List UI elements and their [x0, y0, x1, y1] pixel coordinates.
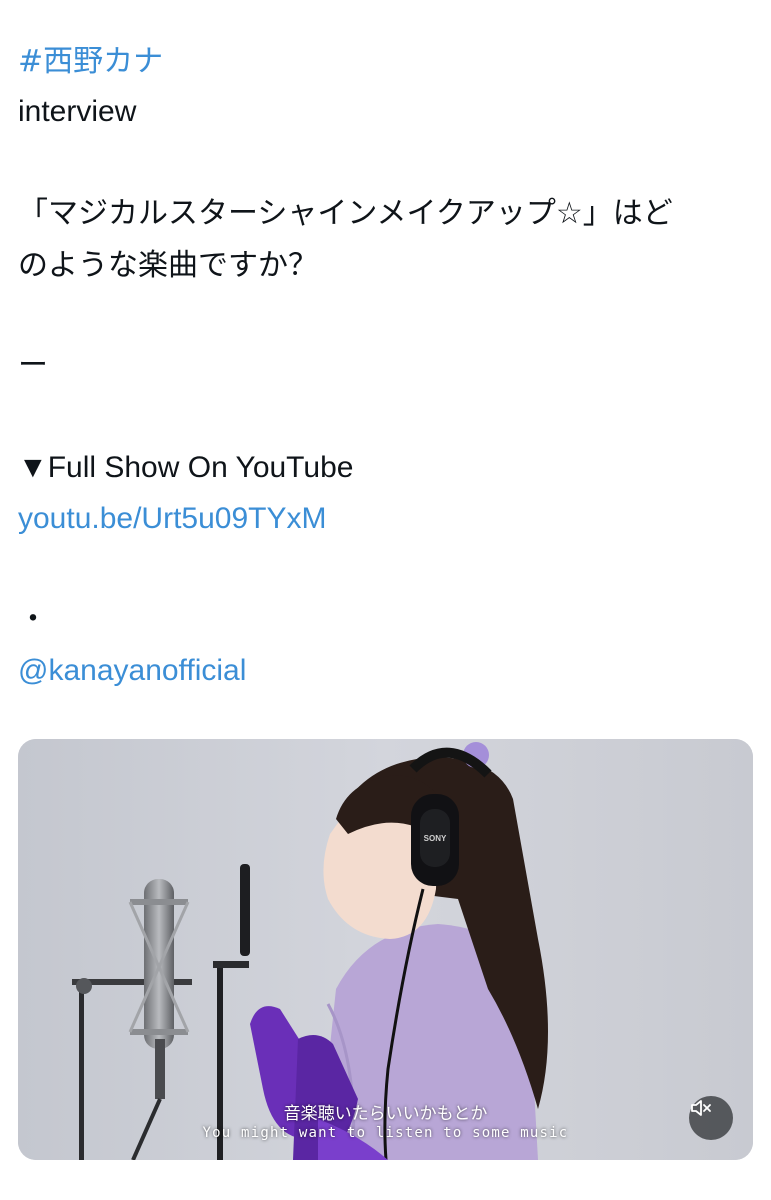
text-interview: interview — [18, 95, 137, 128]
text-full-show: ▼Full Show On YouTube — [18, 451, 354, 484]
text-dash: ー — [18, 349, 48, 382]
hashtag-link[interactable]: #西野カナ — [18, 42, 163, 82]
mute-button[interactable] — [689, 1096, 733, 1140]
subtitle-english: You might want to listen to some music — [202, 1125, 569, 1141]
headphone-brand-label: SONY — [424, 834, 447, 843]
video-player[interactable]: SONY 音楽聴いたらいいかもとか You might want to list… — [18, 739, 753, 1160]
video-frame: SONY — [18, 739, 753, 1160]
text-question-line2: のような楽曲ですか？ — [18, 248, 318, 283]
subtitle-japanese: 音楽聴いたらいいかもとか — [283, 1104, 488, 1124]
mention-link[interactable]: @kanayanofficial — [18, 651, 246, 691]
youtube-link[interactable]: youtu.be/Urt5u09TYxM — [18, 499, 326, 539]
text-dot: ・ — [18, 603, 48, 636]
text-question-line1: 「マジカルスターシャインメイクアップ☆」はど — [18, 196, 673, 231]
speaker-muted-icon — [691, 1100, 711, 1116]
